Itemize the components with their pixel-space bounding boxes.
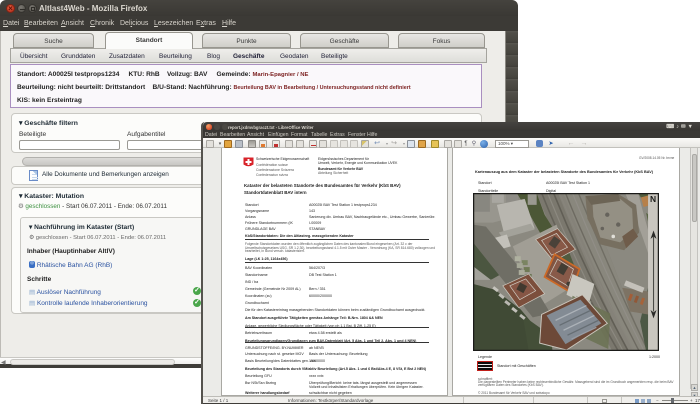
svg-text:N: N [650, 194, 656, 204]
